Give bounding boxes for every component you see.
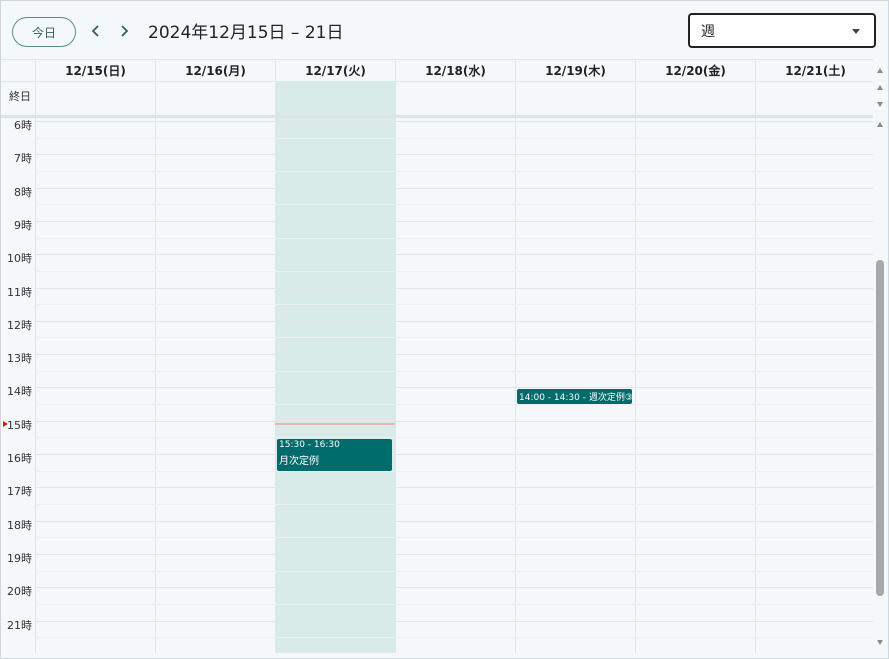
hour-label: 14時 xyxy=(7,385,32,399)
today-button[interactable]: 今日 xyxy=(12,17,76,47)
prev-week-button[interactable] xyxy=(86,19,106,43)
hour-label: 12時 xyxy=(7,318,32,332)
half-hour-line xyxy=(35,437,873,439)
hour-label: 9時 xyxy=(14,218,32,232)
day-column[interactable] xyxy=(755,118,873,653)
hour-line xyxy=(35,220,873,222)
half-hour-line xyxy=(35,503,873,505)
current-time-line xyxy=(275,423,395,426)
half-hour-line xyxy=(35,137,873,139)
day-column[interactable] xyxy=(515,118,635,653)
allday-scroll-up-icon[interactable] xyxy=(877,85,883,90)
grid-scroll-down-icon[interactable] xyxy=(877,640,883,645)
allday-cell[interactable] xyxy=(35,81,155,115)
event-time: 14:00 - 14:30 xyxy=(519,393,580,404)
view-select-value: 週 xyxy=(701,23,715,40)
allday-label: 終日 xyxy=(9,90,31,103)
day-header[interactable]: 12/17(火) xyxy=(275,60,395,81)
hour-label: 21時 xyxy=(7,618,32,632)
dropdown-caret-icon xyxy=(852,29,860,34)
hour-line xyxy=(35,487,873,489)
hour-label: 19時 xyxy=(7,551,32,565)
chevron-left-icon xyxy=(91,25,99,37)
hour-line xyxy=(35,320,873,322)
chevron-right-icon xyxy=(121,25,129,37)
hour-line xyxy=(35,354,873,356)
hour-label: 18時 xyxy=(7,518,32,532)
allday-cell[interactable] xyxy=(515,81,635,115)
hour-line xyxy=(35,254,873,256)
day-column[interactable] xyxy=(35,118,155,653)
allday-cell[interactable] xyxy=(395,81,515,115)
allday-cell[interactable] xyxy=(635,81,755,115)
half-hour-line xyxy=(35,470,873,472)
hour-line xyxy=(35,620,873,622)
calendar-event[interactable]: 15:30 - 16:30 月次定例 xyxy=(277,439,392,471)
grid-scrollbar-thumb[interactable] xyxy=(876,260,884,596)
event-time: 15:30 - 16:30 xyxy=(279,440,340,451)
hour-label: 22時 xyxy=(1,650,32,653)
allday-scroll-down-icon[interactable] xyxy=(877,102,883,107)
hour-line xyxy=(35,420,873,422)
hour-label: 7時 xyxy=(14,152,32,166)
date-range-title: 2024年12月15日 – 21日 xyxy=(148,23,344,43)
half-hour-line xyxy=(35,270,873,272)
current-time-marker-icon xyxy=(3,421,8,428)
calendar-frame: 今日 2024年12月15日 – 21日 週 12/15(日) 12/16(月) 1… xyxy=(0,0,889,659)
half-hour-line xyxy=(35,537,873,539)
allday-cell[interactable] xyxy=(275,81,395,115)
half-hour-line xyxy=(35,637,873,639)
event-title: 週次定例③ xyxy=(588,393,632,404)
hour-line xyxy=(35,520,873,522)
day-header[interactable]: 12/16(月) xyxy=(155,60,275,81)
hour-label: 6時 xyxy=(14,119,32,132)
half-hour-line xyxy=(35,337,873,339)
hour-label: 10時 xyxy=(7,252,32,266)
grid-scroll-up-icon[interactable] xyxy=(877,122,883,127)
hour-line xyxy=(35,121,873,122)
day-header-row: 12/15(日) 12/16(月) 12/17(火) 12/18(水) 12/19(木)… xyxy=(1,59,873,82)
half-hour-line xyxy=(35,570,873,572)
day-header[interactable]: 12/21(土) xyxy=(755,60,875,81)
hour-line xyxy=(35,454,873,455)
day-column[interactable] xyxy=(155,118,275,653)
hour-line xyxy=(35,553,873,555)
hour-line xyxy=(35,387,873,389)
view-select[interactable]: 週 xyxy=(688,13,876,48)
half-hour-line xyxy=(35,237,873,239)
half-hour-line xyxy=(35,404,873,406)
calendar-event[interactable]: 14:00 - 14:30 - 週次定例③ xyxy=(517,389,632,405)
hour-label: 11時 xyxy=(7,285,32,299)
allday-cell[interactable] xyxy=(155,81,275,115)
hour-label: 13時 xyxy=(7,352,32,366)
half-hour-line xyxy=(35,603,873,605)
day-column[interactable] xyxy=(635,118,755,653)
half-hour-line xyxy=(35,170,873,172)
half-hour-line xyxy=(35,204,873,206)
day-column[interactable] xyxy=(275,118,395,653)
header-scroll-up-icon[interactable] xyxy=(877,68,883,73)
next-week-button[interactable] xyxy=(114,19,134,43)
day-header[interactable]: 12/18(水) xyxy=(395,60,515,81)
hour-label: 16時 xyxy=(7,452,32,465)
day-column[interactable] xyxy=(395,118,515,653)
day-header[interactable]: 12/19(木) xyxy=(515,60,635,81)
hour-line xyxy=(35,154,873,156)
hour-label: 17時 xyxy=(7,485,32,499)
hour-line xyxy=(35,187,873,189)
hour-label: 8時 xyxy=(14,185,32,199)
half-hour-line xyxy=(35,304,873,306)
allday-row: 終日 xyxy=(1,81,873,118)
day-header[interactable]: 12/20(金) xyxy=(635,60,755,81)
allday-cell[interactable] xyxy=(755,81,875,115)
event-separator: - xyxy=(579,393,589,404)
hour-line xyxy=(35,287,873,289)
time-grid[interactable]: 6時 7時 8時 9時 10時 11時 12時 13時 14時 15時 16時 17時 18時 19時 20… xyxy=(1,118,873,653)
hour-label: 20時 xyxy=(7,585,32,599)
hour-line xyxy=(35,587,873,589)
day-header[interactable]: 12/15(日) xyxy=(35,60,155,81)
half-hour-line xyxy=(35,370,873,372)
event-title: 月次定例 xyxy=(279,456,319,468)
